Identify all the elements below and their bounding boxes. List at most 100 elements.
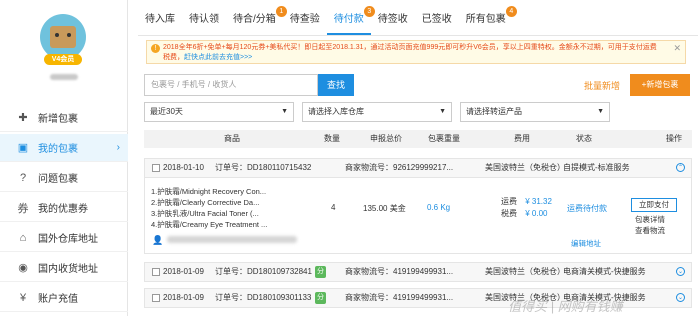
- split-tag: 分: [315, 266, 326, 278]
- tab-pending-claim[interactable]: 待认领: [182, 8, 226, 35]
- sidebar-item-label: 账户充值: [38, 294, 78, 305]
- sidebar: V4会员 ✚ 新增包裹 ▣ 我的包裹 › ? 问题包裹 券 我的优惠券 ⌂ 国外…: [0, 0, 128, 316]
- tax-fee: 税费 ¥ 0.00: [501, 208, 547, 219]
- order-row-header: 2018-01-09 订单号：DD180109732841 分 商家物流号：41…: [144, 262, 692, 282]
- order-number: 订单号：DD180109732841: [215, 267, 312, 276]
- route: 美国波特兰（免税仓）: [485, 267, 565, 276]
- sidebar-item-label: 问题包裹: [38, 174, 78, 185]
- status-tabs: 待入库 待认领 待合/分箱 1 待查验 待付款 3 待签收 已签收 所有包裹 4: [138, 6, 698, 36]
- promo-notice: ! 2018全年6折+免单+每月120元券+美私代买！即日起至2018.1.31…: [146, 40, 686, 64]
- close-icon[interactable]: ✕: [673, 43, 681, 53]
- caret-down-icon: ▼: [439, 108, 446, 115]
- username-blurred: [50, 74, 78, 80]
- chevron-right-icon: ›: [116, 142, 120, 153]
- fee-label: 运费: [501, 197, 517, 206]
- order-checkbox[interactable]: [152, 164, 160, 172]
- expand-icon[interactable]: ⌄: [676, 293, 685, 302]
- order-checkbox[interactable]: [152, 294, 160, 302]
- warning-icon: !: [151, 44, 160, 53]
- shipping-fee: 运费 ¥ 31.32: [501, 196, 552, 207]
- pay-now-button[interactable]: 立即支付: [631, 198, 677, 212]
- yen-icon: ¥: [19, 291, 27, 304]
- item-line: 4.护肤霜/Creamy Eye Treatment ...: [151, 220, 268, 229]
- tab-label: 待认领: [189, 14, 219, 25]
- service-mode: 电商清关模式-快捷服务: [563, 267, 646, 276]
- order-date: 2018-01-09: [163, 267, 204, 276]
- sidebar-item-add-package[interactable]: ✚ 新增包裹: [0, 104, 128, 132]
- notice-text-2: 税费，: [163, 54, 184, 61]
- search-button[interactable]: 查找: [318, 74, 354, 96]
- sidebar-item-problem-packages[interactable]: ? 问题包裹: [0, 164, 128, 192]
- tab-label: 待查验: [289, 14, 320, 25]
- select-value: 请选择转运产品: [466, 107, 522, 116]
- search-input[interactable]: 包裹号 / 手机号 / 收货人: [144, 74, 318, 96]
- edit-address-link[interactable]: 编辑地址: [571, 238, 601, 249]
- tab-pending-inspection[interactable]: 待查验: [283, 8, 327, 35]
- plus-icon: ✚: [18, 112, 28, 124]
- sidebar-item-warehouse-address[interactable]: ⌂ 国外仓库地址: [0, 224, 128, 252]
- package-icon: ▣: [17, 142, 29, 154]
- table-header: 商品 数量 申报总价 包裹重量 费用 状态 操作: [144, 130, 692, 148]
- package-weight: 0.6 Kg: [427, 203, 451, 212]
- fee-value: ¥ 0.00: [525, 209, 548, 218]
- tab-pending-receipt[interactable]: 待签收: [371, 8, 415, 35]
- col-actions: 操作: [666, 134, 682, 143]
- order-row-body: 1.护肤霜/Midnight Recovery Con... 2.护肤霜/Cle…: [144, 178, 692, 254]
- sidebar-item-domestic-address[interactable]: ◉ 国内收货地址: [0, 254, 128, 282]
- fee-value: ¥ 31.32: [525, 197, 552, 206]
- caret-down-icon: ▼: [597, 108, 604, 115]
- time-range-select[interactable]: 最近30天 ▼: [144, 102, 294, 122]
- tab-pending-payment[interactable]: 待付款 3: [326, 6, 375, 35]
- sidebar-item-label: 我的优惠券: [38, 204, 88, 215]
- order-checkbox[interactable]: [152, 268, 160, 276]
- tab-pending-merge[interactable]: 待合/分箱 1: [226, 6, 287, 35]
- caret-down-icon: ▼: [281, 108, 288, 115]
- quantity: 4: [331, 203, 336, 212]
- warehouse-select[interactable]: 请选择入库仓库 ▼: [302, 102, 452, 122]
- col-declared: 申报总价: [370, 134, 402, 143]
- split-tag: 分: [315, 292, 326, 304]
- order-date: 2018-01-09: [163, 293, 204, 302]
- recharge-link[interactable]: 赶快点此前去充值>>>: [184, 54, 252, 61]
- add-package-button[interactable]: +新增包裹: [630, 74, 690, 96]
- sidebar-item-label: 国内收货地址: [38, 264, 98, 275]
- user-icon: 👤: [152, 235, 164, 245]
- tab-received[interactable]: 已签收: [415, 8, 459, 35]
- sidebar-item-my-packages[interactable]: ▣ 我的包裹 ›: [0, 134, 128, 162]
- merchant-tracking-number: 商家物流号：926129999217...: [345, 163, 454, 172]
- location-icon: ◉: [18, 262, 28, 274]
- col-weight: 包裹重量: [428, 134, 460, 143]
- expand-icon[interactable]: ⌄: [676, 267, 685, 276]
- product-select[interactable]: 请选择转运产品 ▼: [460, 102, 610, 122]
- tab-pending-inbound[interactable]: 待入库: [138, 8, 182, 35]
- batch-add-link[interactable]: 批量新增: [584, 79, 620, 92]
- coupon-icon: 券: [17, 202, 29, 215]
- collapse-icon[interactable]: ⌃: [676, 163, 685, 172]
- view-tracking-link[interactable]: 查看物流: [635, 225, 665, 236]
- tab-label: 待付款: [333, 14, 364, 25]
- order-date: 2018-01-10: [163, 163, 204, 172]
- fee-label: 税费: [501, 209, 517, 218]
- tab-label: 所有包裹: [465, 14, 506, 25]
- status-text: 运费待付款: [567, 204, 607, 213]
- tab-all-packages[interactable]: 所有包裹 4: [459, 6, 517, 35]
- tab-label: 待入库: [145, 14, 175, 25]
- sidebar-item-coupons[interactable]: 券 我的优惠券: [0, 194, 128, 222]
- order-number: 订单号：DD180110715432: [215, 163, 312, 172]
- item-line: 2.护肤霜/Clearly Corrective Da...: [151, 198, 260, 207]
- order-row-header: 2018-01-10 订单号：DD180110715432 商家物流号：9261…: [144, 158, 692, 178]
- select-value: 最近30天: [150, 107, 183, 116]
- col-goods: 商品: [224, 134, 240, 143]
- sidebar-item-recharge[interactable]: ¥ 账户充值: [0, 284, 128, 312]
- route: 美国波特兰（免税仓）: [485, 163, 565, 172]
- package-detail-link[interactable]: 包裹详情: [635, 214, 665, 225]
- order-number: 订单号：DD180109301133: [215, 293, 312, 302]
- sidebar-item-label: 国外仓库地址: [38, 234, 98, 245]
- count-badge: 4: [505, 6, 517, 17]
- question-icon: ?: [19, 171, 27, 184]
- sidebar-item-label: 新增包裹: [38, 114, 78, 125]
- watermark: 值得买 | 网购有钱赚: [508, 299, 623, 314]
- item-line: 3.护肤乳液/Ultra Facial Toner (...: [151, 209, 259, 218]
- merchant-tracking-number: 商家物流号：419199499931...: [345, 267, 454, 276]
- col-qty: 数量: [324, 134, 340, 143]
